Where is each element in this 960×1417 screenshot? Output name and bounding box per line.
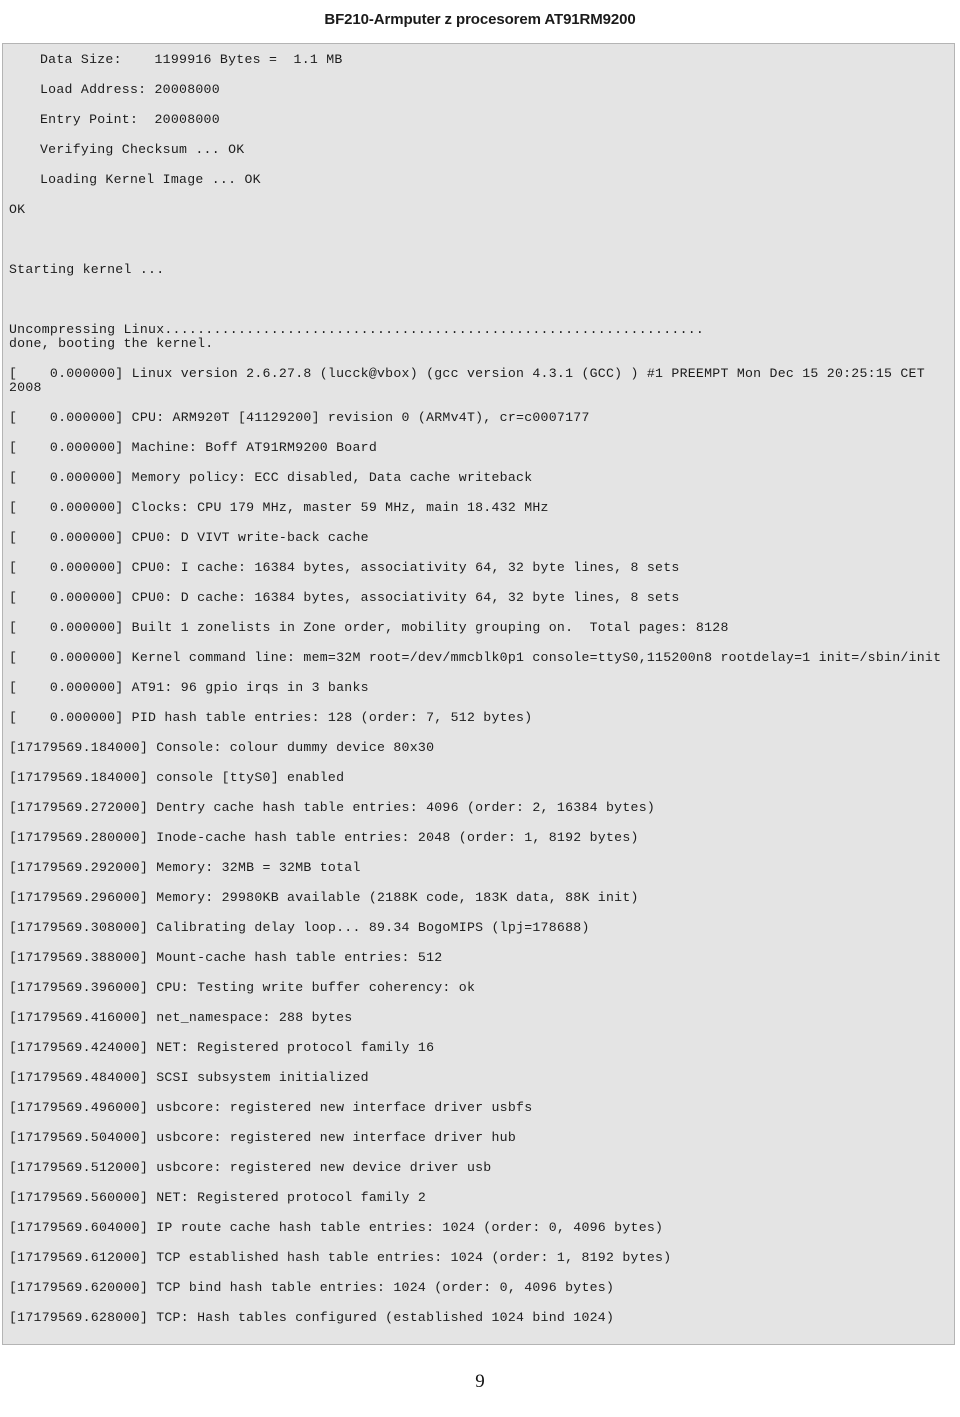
console-line: [17179569.308000] Calibrating delay loop… [9, 920, 590, 935]
console-line: [17179569.512000] usbcore: registered ne… [9, 1160, 492, 1175]
console-line: [17179569.496000] usbcore: registered ne… [9, 1100, 533, 1115]
console-line: [17179569.560000] NET: Registered protoc… [9, 1190, 427, 1205]
console-line: [ 0.000000] CPU: ARM920T [41129200] revi… [9, 410, 590, 425]
console-line: [17179569.484000] SCSI subsystem initial… [9, 1070, 369, 1085]
console-line: [ 0.000000] Kernel command line: mem=32M… [9, 650, 942, 665]
console-line: [17179569.388000] Mount-cache hash table… [9, 950, 443, 965]
console-line: Data Size: 1199916 Bytes = 1.1 MB [40, 52, 343, 67]
console-line: [17179569.272000] Dentry cache hash tabl… [9, 800, 656, 815]
console-line: Starting kernel ... [9, 262, 165, 277]
console-line: Load Address: 20008000 [40, 82, 220, 97]
console-line: [17179569.296000] Memory: 29980KB availa… [9, 890, 639, 905]
console-line: [ 0.000000] CPU0: D cache: 16384 bytes, … [9, 590, 680, 605]
console-line: [17179569.184000] Console: colour dummy … [9, 740, 435, 755]
page-number: 9 [475, 1371, 485, 1392]
console-line: Entry Point: 20008000 [40, 112, 220, 127]
console-line: [17179569.628000] TCP: Hash tables confi… [9, 1310, 615, 1325]
console-line: [17179569.396000] CPU: Testing write buf… [9, 980, 476, 995]
console-line: [17179569.416000] net_namespace: 288 byt… [9, 1010, 353, 1025]
console-line: [17179569.612000] TCP established hash t… [9, 1250, 672, 1265]
page-title: BF210-Armputer z procesorem AT91RM9200 [324, 10, 636, 28]
console-line: [ 0.000000] CPU0: I cache: 16384 bytes, … [9, 560, 680, 575]
console-line: [ 0.000000] Machine: Boff AT91RM9200 Boa… [9, 440, 378, 455]
console-line: [17179569.504000] usbcore: registered ne… [9, 1130, 517, 1145]
console-line: [17179569.184000] console [ttyS0] enable… [9, 770, 345, 785]
console-line: Verifying Checksum ... OK [40, 142, 245, 157]
page-running-header: BF210-Armputer z procesorem AT91RM9200 [0, 0, 960, 38]
console-line: OK [9, 202, 26, 217]
console-line: [17179569.292000] Memory: 32MB = 32MB to… [9, 860, 361, 875]
console-line: [17179569.280000] Inode-cache hash table… [9, 830, 639, 845]
console-line: [17179569.424000] NET: Registered protoc… [9, 1040, 435, 1055]
console-line: done, booting the kernel. [9, 336, 214, 351]
console-line: [ 0.000000] Linux version 2.6.27.8 (lucc… [9, 366, 934, 395]
console-line: [ 0.000000] AT91: 96 gpio irqs in 3 bank… [9, 680, 369, 695]
console-line: [ 0.000000] Built 1 zonelists in Zone or… [9, 620, 729, 635]
page-footer: 9 [0, 1347, 960, 1417]
console-line: [ 0.000000] CPU0: D VIVT write-back cach… [9, 530, 369, 545]
console-output-block: Data Size: 1199916 Bytes = 1.1 MB Load Ad… [2, 43, 955, 1345]
console-line: Uncompressing Linux.....................… [9, 322, 705, 337]
console-line: Loading Kernel Image ... OK [40, 172, 261, 187]
console-line: [ 0.000000] PID hash table entries: 128 … [9, 710, 533, 725]
console-line-list: Data Size: 1199916 Bytes = 1.1 MB Load Ad… [3, 44, 954, 1325]
console-line: [ 0.000000] Clocks: CPU 179 MHz, master … [9, 500, 549, 515]
console-line: [ 0.000000] Memory policy: ECC disabled,… [9, 470, 533, 485]
console-line: [17179569.620000] TCP bind hash table en… [9, 1280, 615, 1295]
console-line: [17179569.604000] IP route cache hash ta… [9, 1220, 664, 1235]
